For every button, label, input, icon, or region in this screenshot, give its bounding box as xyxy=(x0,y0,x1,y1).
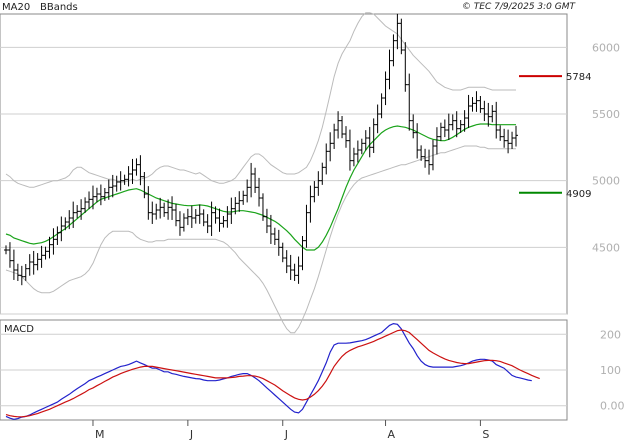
price-tick-label: 6000 xyxy=(592,41,620,54)
legend: MA20 BBands xyxy=(2,2,78,13)
price-tick-label: 4500 xyxy=(592,241,620,254)
price-level-label: 4909 xyxy=(566,189,591,200)
macd-axis-ticks: 200 100 0.00 xyxy=(600,328,625,412)
price-tick-label: 5000 xyxy=(592,175,620,188)
macd-tick-label: 0.00 xyxy=(600,400,625,413)
legend-bbands: BBands xyxy=(40,2,78,13)
macd-tick-label: 200 xyxy=(600,328,621,341)
date-label: A xyxy=(388,428,396,440)
price-level-label: 5784 xyxy=(566,72,591,83)
price-axis-ticks: 6000 5500 5000 4500 xyxy=(592,41,620,254)
legend-ma20: MA20 xyxy=(2,2,30,13)
date-label: M xyxy=(95,428,105,440)
stock-chart: MA20 BBands © TEC 7/9/2025 3:0 GMT 6000 5… xyxy=(0,2,625,440)
price-panel-background xyxy=(0,13,568,315)
date-label: J xyxy=(284,428,288,440)
macd-title: MACD xyxy=(4,324,34,335)
macd-tick-label: 100 xyxy=(600,364,621,377)
date-label: J xyxy=(189,428,193,440)
price-tick-label: 5500 xyxy=(592,108,620,121)
date-axis: MJJAS xyxy=(92,420,489,440)
date-label: S xyxy=(482,428,489,440)
timestamp: © TEC 7/9/2025 3:0 GMT xyxy=(462,2,577,12)
